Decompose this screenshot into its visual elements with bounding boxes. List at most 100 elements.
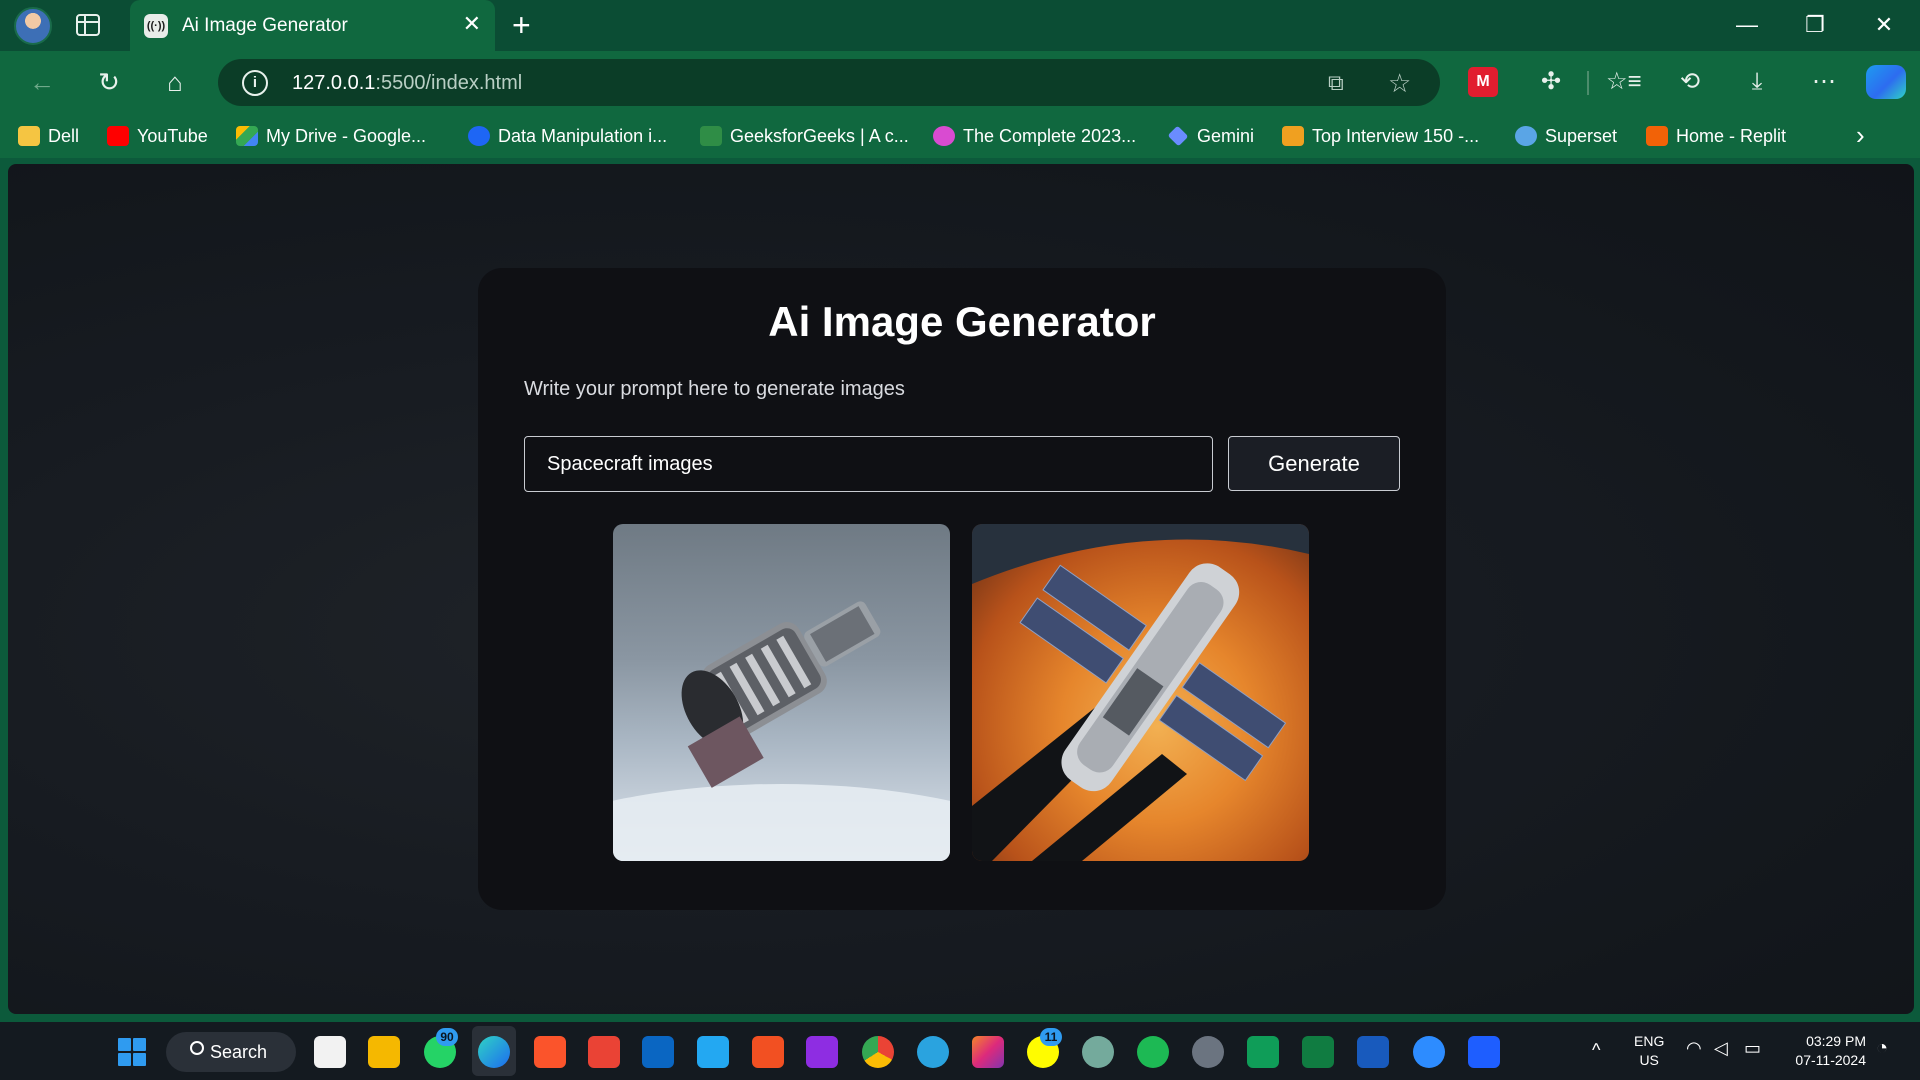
tab-active[interactable]: ((·)) Ai Image Generator ✕ bbox=[130, 0, 495, 51]
url-path: :5500/index.html bbox=[375, 72, 523, 94]
start-button[interactable] bbox=[118, 1038, 146, 1066]
bookmark-label: Home - Replit bbox=[1676, 125, 1787, 146]
notepad-icon[interactable] bbox=[314, 1036, 346, 1068]
bookmark-complete-2023[interactable]: The Complete 2023... bbox=[933, 124, 1136, 148]
favorite-star-icon[interactable]: ☆ bbox=[1388, 69, 1411, 97]
edge-icon[interactable] bbox=[478, 1036, 510, 1068]
generated-image-2 bbox=[972, 524, 1309, 861]
tab-title: Ai Image Generator bbox=[182, 15, 348, 36]
bookmark-data-manipulation[interactable]: Data Manipulation i... bbox=[468, 124, 667, 148]
linkedin-icon[interactable] bbox=[642, 1036, 674, 1068]
back-button[interactable]: ← bbox=[22, 63, 62, 101]
taskbar-search[interactable]: Search bbox=[166, 1032, 296, 1072]
settings-icon[interactable] bbox=[1192, 1036, 1224, 1068]
download-icon[interactable]: ⤓ bbox=[1740, 65, 1774, 99]
bookmark-label: Top Interview 150 -... bbox=[1312, 125, 1480, 146]
tab-actions-icon[interactable] bbox=[76, 14, 100, 36]
clock-date: 07-11-2024 bbox=[1795, 1052, 1866, 1068]
history-icon[interactable]: ⟲ bbox=[1673, 65, 1707, 99]
region-code: US bbox=[1639, 1052, 1659, 1068]
prompt-input[interactable] bbox=[524, 436, 1213, 492]
excel-icon[interactable] bbox=[1302, 1036, 1334, 1068]
tab-close-icon[interactable]: ✕ bbox=[463, 12, 481, 36]
bookmark-top-interview[interactable]: Top Interview 150 -... bbox=[1282, 124, 1479, 148]
tab-strip: ((·)) Ai Image Generator ✕ + — ❐ ✕ bbox=[0, 0, 1920, 51]
favorites-icon[interactable]: ☆≡ bbox=[1606, 65, 1642, 99]
gmail-icon[interactable] bbox=[588, 1036, 620, 1068]
unacademy-icon[interactable] bbox=[1468, 1036, 1500, 1068]
page-viewport: Ai Image Generator Write your prompt her… bbox=[8, 164, 1914, 1014]
bookmark-youtube[interactable]: YouTube bbox=[107, 124, 208, 148]
bookmark-label: GeeksforGeeks | A c... bbox=[730, 125, 909, 146]
telegram-icon[interactable] bbox=[917, 1036, 949, 1068]
more-menu-icon[interactable]: ⋯ bbox=[1807, 65, 1841, 99]
bookmarks-bar: Dell YouTube My Drive - Google... Data M… bbox=[0, 113, 1920, 158]
tray-overflow-chevron-icon[interactable]: ^ bbox=[1592, 1040, 1600, 1061]
wifi-icon[interactable]: ◠ bbox=[1686, 1038, 1702, 1059]
toolbar-divider bbox=[1587, 71, 1589, 95]
geeksforgeeks-icon bbox=[700, 126, 722, 146]
bookmark-label: Dell bbox=[48, 125, 80, 146]
file-explorer-icon[interactable] bbox=[368, 1036, 400, 1068]
open-in-app-icon[interactable]: ⧉ bbox=[1328, 69, 1344, 97]
bookmarks-more-chevron-icon[interactable]: › bbox=[1856, 122, 1865, 148]
battery-icon[interactable]: ▭ bbox=[1744, 1038, 1761, 1059]
zoom-icon[interactable] bbox=[1413, 1036, 1445, 1068]
volume-icon[interactable]: ◁ bbox=[1714, 1038, 1728, 1059]
home-button[interactable]: ⌂ bbox=[155, 63, 195, 101]
bookmark-geeksforgeeks[interactable]: GeeksforGeeks | A c... bbox=[700, 124, 909, 148]
instagram-icon[interactable] bbox=[972, 1036, 1004, 1068]
app-purple-icon[interactable] bbox=[806, 1036, 838, 1068]
minimize-button[interactable]: — bbox=[1724, 10, 1770, 40]
profile-avatar[interactable] bbox=[14, 7, 52, 45]
new-tab-button[interactable]: + bbox=[512, 7, 531, 43]
notification-bell-icon[interactable]: ◔ bbox=[1876, 1037, 1888, 1060]
spacecraft-image-2 bbox=[972, 524, 1309, 861]
url-text[interactable]: 127.0.0.1:5500/index.html bbox=[292, 72, 522, 95]
brave-icon[interactable] bbox=[534, 1036, 566, 1068]
bookmark-label: YouTube bbox=[137, 125, 208, 146]
gemini-icon bbox=[1167, 125, 1189, 147]
microsoft-store-icon[interactable] bbox=[752, 1036, 784, 1068]
google-classroom-icon[interactable] bbox=[1247, 1036, 1279, 1068]
extension-icon[interactable]: M bbox=[1468, 67, 1498, 97]
page-title: Ai Image Generator bbox=[768, 298, 1156, 345]
generate-button[interactable]: Generate bbox=[1228, 436, 1400, 491]
site-info-icon[interactable]: i bbox=[242, 70, 268, 96]
superset-icon bbox=[1515, 126, 1537, 146]
udemy-icon bbox=[933, 126, 955, 146]
word-icon[interactable] bbox=[1357, 1036, 1389, 1068]
bookmark-superset[interactable]: Superset bbox=[1515, 124, 1617, 148]
spotify-icon[interactable] bbox=[1137, 1036, 1169, 1068]
bookmark-my-drive[interactable]: My Drive - Google... bbox=[236, 124, 426, 148]
url-host: 127.0.0.1 bbox=[292, 72, 376, 94]
copilot-icon[interactable] bbox=[1866, 65, 1906, 99]
address-bar[interactable]: i 127.0.0.1:5500/index.html ⧉ ☆ bbox=[218, 59, 1440, 106]
google-drive-icon bbox=[236, 126, 258, 146]
close-window-button[interactable]: ✕ bbox=[1861, 10, 1907, 40]
replit-icon bbox=[1646, 126, 1668, 146]
windows-taskbar: Search 90 11 ^ ENG US ◠ ◁ ▭ 03:29 PM 07-… bbox=[0, 1022, 1920, 1080]
leetcode-icon bbox=[1282, 126, 1304, 146]
chrome-icon[interactable] bbox=[862, 1036, 894, 1068]
bookmark-gemini[interactable]: Gemini bbox=[1167, 124, 1254, 148]
chatgpt-icon[interactable] bbox=[1082, 1036, 1114, 1068]
youtube-icon bbox=[107, 126, 129, 146]
search-icon bbox=[190, 1041, 204, 1055]
generated-image-1 bbox=[613, 524, 950, 861]
generator-card: Ai Image Generator Write your prompt her… bbox=[478, 268, 1446, 910]
vscode-icon[interactable] bbox=[697, 1036, 729, 1068]
restore-button[interactable]: ❐ bbox=[1792, 10, 1838, 40]
clock-time: 03:29 PM bbox=[1806, 1033, 1866, 1049]
extensions-puzzle-icon[interactable]: ✣ bbox=[1534, 65, 1568, 99]
bookmark-dell[interactable]: Dell bbox=[18, 124, 79, 148]
bookmark-replit[interactable]: Home - Replit bbox=[1646, 124, 1786, 148]
system-clock[interactable]: 03:29 PM 07-11-2024 bbox=[1782, 1032, 1866, 1070]
codechef-icon bbox=[468, 126, 490, 146]
bookmark-label: Gemini bbox=[1197, 125, 1255, 146]
browser-toolbar: ← ↻ ⌂ i 127.0.0.1:5500/index.html ⧉ ☆ M … bbox=[0, 51, 1920, 113]
language-indicator[interactable]: ENG US bbox=[1634, 1032, 1664, 1070]
reload-button[interactable]: ↻ bbox=[89, 63, 129, 101]
page-subtitle: Write your prompt here to generate image… bbox=[524, 378, 905, 400]
bookmark-label: Superset bbox=[1545, 125, 1618, 146]
